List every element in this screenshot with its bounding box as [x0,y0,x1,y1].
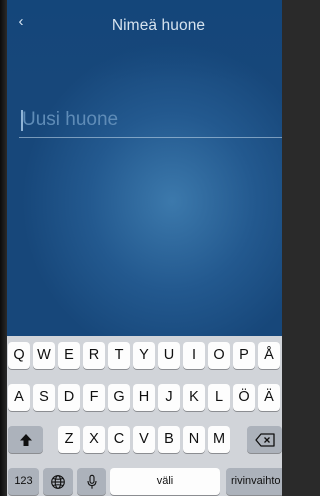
key-a-ring[interactable]: Å [258,342,280,369]
room-name-input[interactable]: Uusi huone [19,104,282,138]
key-h[interactable]: H [133,384,155,411]
key-p[interactable]: P [233,342,255,369]
screen: ‹ Nimeä huone Uusi huone Q W E R T Y U I… [0,0,282,496]
screen-edge [0,0,7,496]
page-title: Nimeä huone [111,17,206,34]
shift-icon [19,433,32,446]
key-q[interactable]: Q [8,342,30,369]
key-b[interactable]: B [158,426,180,453]
key-j[interactable]: J [158,384,180,411]
key-g[interactable]: G [108,384,130,411]
return-key[interactable]: rivinvaihto [226,468,282,495]
key-m[interactable]: M [208,426,230,453]
rename-room-view: ‹ Nimeä huone Uusi huone [7,0,282,336]
key-y[interactable]: Y [133,342,155,369]
key-a[interactable]: A [8,384,30,411]
key-n[interactable]: N [183,426,205,453]
globe-key[interactable] [43,468,73,495]
key-o[interactable]: O [208,342,230,369]
microphone-icon [86,474,97,489]
room-name-placeholder: Uusi huone [22,109,119,130]
delete-key[interactable] [247,426,282,453]
key-i[interactable]: I [183,342,205,369]
shift-key[interactable] [8,426,43,453]
dictation-key[interactable] [77,468,106,495]
numbers-key[interactable]: 123 [8,468,39,495]
header-shade [7,0,282,80]
key-k[interactable]: K [183,384,205,411]
space-key[interactable]: väli [110,468,220,495]
on-screen-keyboard: Q W E R T Y U I O P Å A S D F G H J K L … [7,336,282,496]
key-x[interactable]: X [83,426,105,453]
key-o-umlaut[interactable]: Ö [233,384,255,411]
key-c[interactable]: C [108,426,130,453]
key-d[interactable]: D [58,384,80,411]
key-r[interactable]: R [83,342,105,369]
key-e[interactable]: E [58,342,80,369]
key-s[interactable]: S [33,384,55,411]
globe-icon [51,474,65,489]
key-w[interactable]: W [33,342,55,369]
key-a-umlaut[interactable]: Ä [258,384,280,411]
key-f[interactable]: F [83,384,105,411]
key-u[interactable]: U [158,342,180,369]
key-z[interactable]: Z [58,426,80,453]
key-l[interactable]: L [208,384,230,411]
key-t[interactable]: T [108,342,130,369]
delete-icon [254,432,275,447]
key-v[interactable]: V [133,426,155,453]
